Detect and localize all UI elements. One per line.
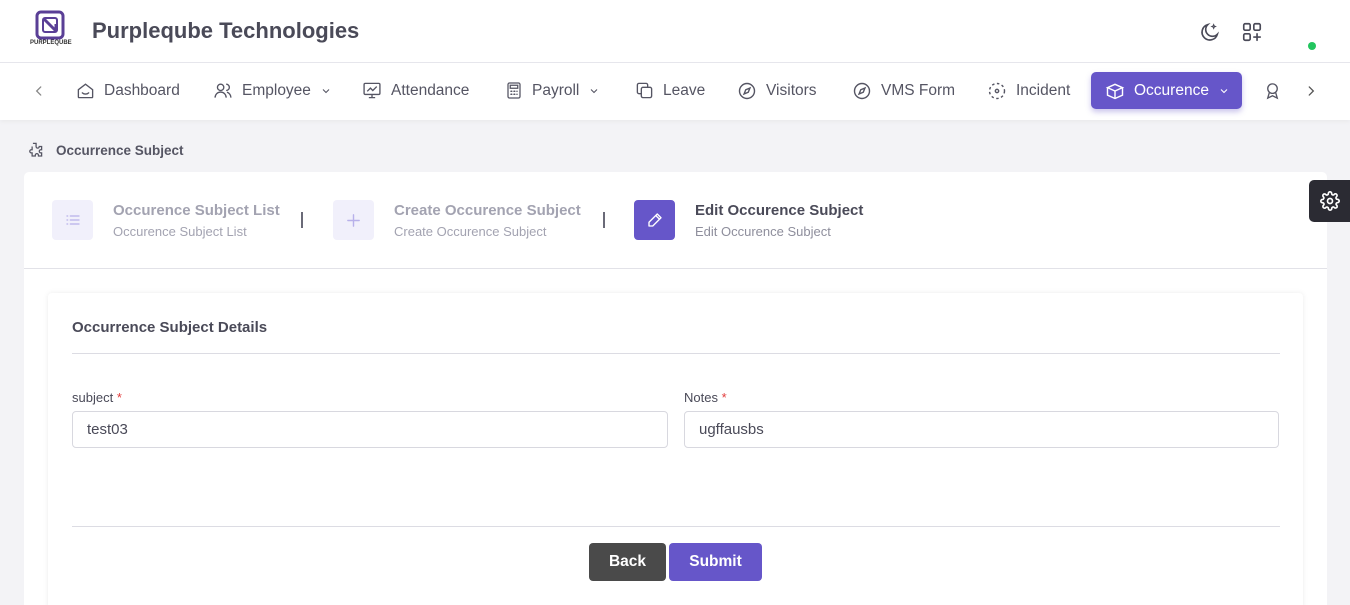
- pencil-icon: [647, 213, 662, 227]
- nav-item-label: Incident: [1016, 81, 1071, 99]
- nav-item-payroll[interactable]: Payroll: [505, 72, 600, 109]
- form-divider: [72, 353, 1280, 354]
- nav-scroll-right-icon[interactable]: [1299, 79, 1323, 103]
- company-logo[interactable]: PURPLEQUBE: [30, 10, 72, 54]
- step-subtitle: Edit Occurence Subject: [695, 223, 831, 239]
- notes-input[interactable]: [684, 411, 1279, 448]
- step-subject-list[interactable]: Occurence Subject List Occurence Subject…: [52, 200, 280, 240]
- step-separator: [603, 212, 605, 228]
- calculator-icon: [507, 82, 521, 99]
- step-create-subject[interactable]: Create Occurence Subject Create Occurenc…: [333, 200, 581, 240]
- nav-item-vms-form[interactable]: VMS Form: [852, 72, 955, 109]
- puzzle-icon: [29, 142, 43, 157]
- nav-scroll-left-icon[interactable]: [27, 79, 51, 103]
- step-title: Create Occurence Subject: [394, 201, 581, 219]
- chevron-down-icon: [591, 88, 598, 93]
- monitor-chart-icon: [363, 82, 381, 99]
- nav-item-visitors[interactable]: Visitors: [737, 72, 817, 109]
- gear-icon: [1319, 191, 1340, 211]
- box-icon: [1105, 83, 1125, 99]
- nav-item-label: Visitors: [766, 81, 817, 99]
- breadcrumb: Occurrence Subject: [25, 141, 184, 160]
- step-subtitle: Occurence Subject List: [113, 223, 247, 239]
- step-title: Occurence Subject List: [113, 201, 280, 219]
- required-mark: *: [116, 390, 122, 405]
- list-icon: [65, 215, 80, 225]
- nav-item-label: Attendance: [391, 81, 470, 99]
- compass-icon: [738, 82, 756, 99]
- main-nav: Dashboard Employee Attendance Payroll Le…: [0, 63, 1350, 120]
- nav-item-label: Dashboard: [104, 81, 180, 99]
- moon-icon[interactable]: [1197, 19, 1223, 45]
- apps-add-icon[interactable]: [1239, 19, 1265, 45]
- nav-item-dashboard[interactable]: Dashboard: [76, 72, 180, 109]
- home-icon: [77, 83, 94, 99]
- required-mark: *: [721, 390, 727, 405]
- step-separator: [301, 212, 303, 228]
- form-title: Occurrence Subject Details: [72, 319, 268, 336]
- online-status-dot: [1308, 42, 1316, 50]
- notes-label: Notes *: [684, 390, 727, 405]
- form-panel: Occurrence Subject Details subject * Not…: [48, 293, 1303, 605]
- subject-label: subject *: [72, 390, 122, 405]
- copy-icon: [636, 82, 653, 99]
- nav-item-label: Occurence: [1134, 81, 1209, 99]
- award-icon: [1266, 82, 1279, 99]
- top-header: PURPLEQUBE Purpleqube Technologies: [0, 0, 1350, 63]
- focus-icon: [988, 82, 1006, 99]
- nav-item-label: VMS Form: [881, 81, 956, 99]
- settings-toggle[interactable]: [1309, 180, 1350, 222]
- step-subtitle: Create Occurence Subject: [394, 223, 547, 239]
- form-footer-divider: [72, 526, 1280, 527]
- step-tabs: Occurence Subject List Occurence Subject…: [24, 172, 1327, 269]
- nav-item-label: Leave: [663, 81, 706, 99]
- nav-item-label: Employee: [242, 81, 311, 99]
- plus-icon: [347, 213, 360, 227]
- nav-item-employee[interactable]: Employee: [213, 72, 332, 109]
- submit-button[interactable]: Submit: [669, 543, 762, 581]
- step-title: Edit Occurence Subject: [695, 201, 864, 219]
- nav-item-more[interactable]: [1263, 72, 1282, 109]
- nav-item-leave[interactable]: Leave: [635, 72, 705, 109]
- nav-item-incident[interactable]: Incident: [987, 72, 1070, 109]
- nav-item-attendance[interactable]: Attendance: [362, 72, 469, 109]
- logo-text: PURPLEQUBE: [30, 40, 72, 46]
- brand-name: Purpleqube Technologies: [92, 18, 360, 43]
- back-button[interactable]: Back: [589, 543, 666, 581]
- chevron-down-icon: [322, 88, 330, 93]
- step-edit-subject[interactable]: Edit Occurence Subject Edit Occurence Su…: [634, 200, 863, 240]
- chevron-down-icon: [1220, 88, 1228, 93]
- nav-item-occurence[interactable]: Occurence: [1091, 72, 1242, 109]
- compass-icon: [853, 82, 871, 99]
- users-icon: [214, 83, 232, 98]
- subject-input[interactable]: [72, 411, 668, 448]
- breadcrumb-label: Occurrence Subject: [56, 143, 184, 158]
- nav-item-label: Payroll: [532, 81, 580, 99]
